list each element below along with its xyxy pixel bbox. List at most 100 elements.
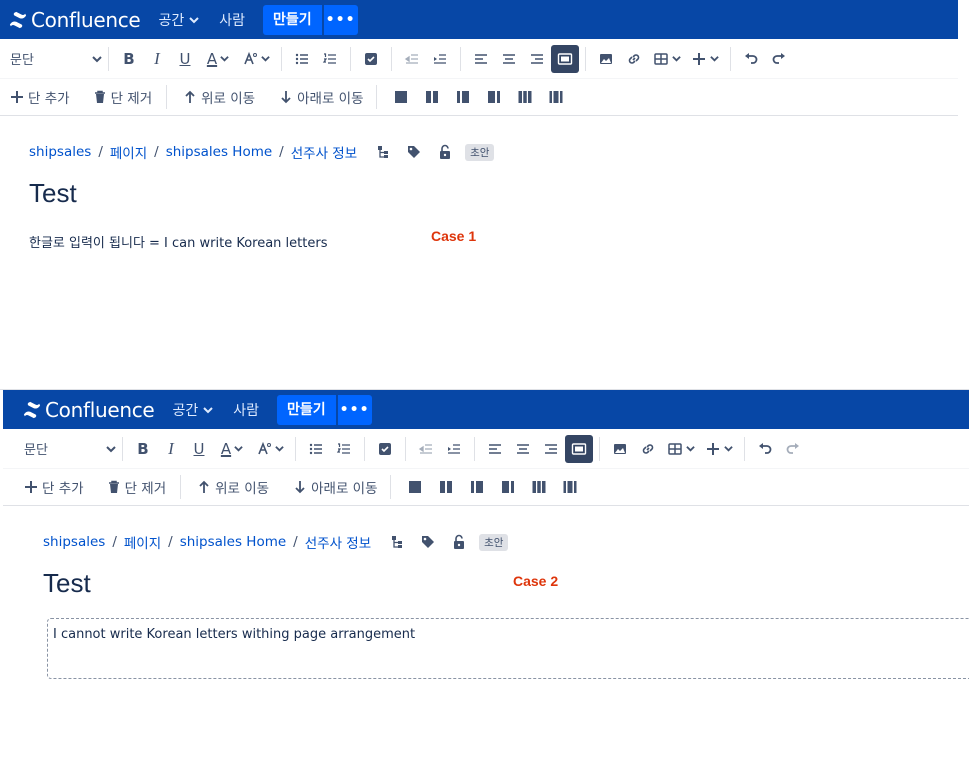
- underline-button[interactable]: U: [171, 45, 199, 73]
- align-center-button[interactable]: [509, 435, 537, 463]
- undo-button[interactable]: [737, 45, 765, 73]
- layout-two-right-sidebar-button[interactable]: [495, 474, 521, 500]
- numbered-list-button[interactable]: [330, 435, 358, 463]
- page-layout-button[interactable]: [565, 434, 593, 463]
- layout-three-columns-button[interactable]: [512, 84, 538, 110]
- indent-button[interactable]: [440, 435, 468, 463]
- add-column-button[interactable]: 단 추가: [24, 473, 84, 501]
- create-more-button[interactable]: •••: [323, 4, 358, 35]
- nav-people[interactable]: 사람: [219, 0, 245, 39]
- paragraph-style-label: 문단: [10, 53, 34, 68]
- insert-more-button[interactable]: [700, 435, 738, 463]
- align-center-button[interactable]: [495, 45, 523, 73]
- insert-image-button[interactable]: [592, 45, 620, 73]
- insert-image-button[interactable]: [606, 435, 634, 463]
- layout-two-left-sidebar-button[interactable]: [450, 84, 476, 110]
- image-icon: [600, 53, 612, 64]
- align-right-button[interactable]: [523, 45, 551, 73]
- bold-icon: B: [123, 49, 135, 68]
- layout-single-column-button[interactable]: [388, 84, 414, 110]
- move-up-button[interactable]: 위로 이동: [183, 83, 255, 111]
- text-formatting-more-button[interactable]: [251, 435, 289, 463]
- align-left-button[interactable]: [481, 435, 509, 463]
- undo-button[interactable]: [751, 435, 779, 463]
- remove-column-button[interactable]: 단 제거: [107, 473, 166, 501]
- page-title[interactable]: Test: [29, 178, 77, 209]
- nav-people[interactable]: 사람: [233, 390, 259, 429]
- indent-button[interactable]: [426, 45, 454, 73]
- action-item-button[interactable]: [371, 435, 399, 463]
- layout-two-columns-button[interactable]: [433, 474, 459, 500]
- paragraph-style-select[interactable]: 문단: [10, 49, 102, 68]
- text-color-button[interactable]: A: [199, 45, 237, 73]
- italic-button[interactable]: I: [157, 435, 185, 463]
- move-up-button[interactable]: 위로 이동: [197, 473, 269, 501]
- create-button[interactable]: 만들기: [262, 4, 322, 35]
- status-badge: 초안: [479, 533, 509, 551]
- create-button[interactable]: 만들기: [276, 394, 336, 425]
- nav-spaces[interactable]: 공간: [172, 390, 213, 429]
- breadcrumb-home-link[interactable]: shipsales Home: [166, 144, 272, 160]
- create-more-button[interactable]: •••: [337, 394, 372, 425]
- add-column-button[interactable]: 단 추가: [10, 83, 70, 111]
- confluence-logo[interactable]: Confluence: [9, 0, 141, 39]
- redo-button[interactable]: [765, 45, 793, 73]
- layout-two-left-sidebar-button[interactable]: [464, 474, 490, 500]
- bullet-list-button[interactable]: [288, 45, 316, 73]
- insert-more-button[interactable]: [686, 45, 724, 73]
- align-left-button[interactable]: [467, 45, 495, 73]
- layout-two-columns-button[interactable]: [419, 84, 445, 110]
- italic-button[interactable]: I: [143, 45, 171, 73]
- right-sidebar-icon: [487, 91, 500, 103]
- action-item-button[interactable]: [357, 45, 385, 73]
- text-color-button[interactable]: A: [213, 435, 251, 463]
- redo-button[interactable]: [779, 435, 807, 463]
- insert-link-button[interactable]: [634, 435, 662, 463]
- two-columns-icon: [425, 91, 438, 103]
- bullet-list-button[interactable]: [302, 435, 330, 463]
- breadcrumb-space-link[interactable]: shipsales: [43, 534, 105, 550]
- outdent-button[interactable]: [398, 45, 426, 73]
- plus-icon: [707, 442, 719, 455]
- breadcrumb-parent-link[interactable]: 선주사 정보: [291, 142, 357, 162]
- layout-two-right-sidebar-button[interactable]: [481, 84, 507, 110]
- breadcrumb-pages-link[interactable]: 페이지: [124, 532, 161, 552]
- outdent-button[interactable]: [412, 435, 440, 463]
- align-right-button[interactable]: [537, 435, 565, 463]
- bold-button[interactable]: B: [129, 435, 157, 463]
- breadcrumb-home-link[interactable]: shipsales Home: [180, 534, 286, 550]
- page-tree-icon[interactable]: [375, 144, 391, 160]
- tag-icon[interactable]: [420, 534, 436, 550]
- insert-link-button[interactable]: [620, 45, 648, 73]
- layout-three-columns-button[interactable]: [526, 474, 552, 500]
- page-layout-section[interactable]: I cannot write Korean letters withing pa…: [47, 618, 969, 679]
- unlock-icon[interactable]: [451, 534, 467, 550]
- layout-three-sidebars-button[interactable]: [543, 84, 569, 110]
- page-title[interactable]: Test: [43, 568, 91, 599]
- bold-button[interactable]: B: [115, 45, 143, 73]
- layout-three-sidebars-button[interactable]: [557, 474, 583, 500]
- body-paragraph[interactable]: 한글로 입력이 됩니다 = I can write Korean letters: [29, 232, 327, 251]
- numbered-list-button[interactable]: [316, 45, 344, 73]
- tag-icon[interactable]: [406, 144, 422, 160]
- breadcrumb-parent-link[interactable]: 선주사 정보: [305, 532, 371, 552]
- underline-button[interactable]: U: [185, 435, 213, 463]
- chevron-down-icon: [220, 56, 229, 62]
- unlock-icon[interactable]: [437, 144, 453, 160]
- breadcrumb-pages-link[interactable]: 페이지: [110, 142, 147, 162]
- remove-column-button[interactable]: 단 제거: [93, 83, 152, 111]
- nav-spaces[interactable]: 공간: [158, 0, 199, 39]
- insert-table-button[interactable]: [648, 45, 686, 73]
- page-layout-button[interactable]: [551, 44, 579, 73]
- toolbar-divider: [108, 46, 109, 71]
- insert-table-button[interactable]: [662, 435, 700, 463]
- move-down-button[interactable]: 아래로 이동: [279, 83, 364, 111]
- text-formatting-more-button[interactable]: [237, 45, 275, 73]
- layout-column-text[interactable]: I cannot write Korean letters withing pa…: [53, 627, 415, 642]
- confluence-logo[interactable]: Confluence: [23, 390, 155, 429]
- page-tree-icon[interactable]: [389, 534, 405, 550]
- layout-single-column-button[interactable]: [402, 474, 428, 500]
- move-down-button[interactable]: 아래로 이동: [293, 473, 378, 501]
- paragraph-style-select[interactable]: 문단: [24, 439, 116, 458]
- breadcrumb-space-link[interactable]: shipsales: [29, 144, 91, 160]
